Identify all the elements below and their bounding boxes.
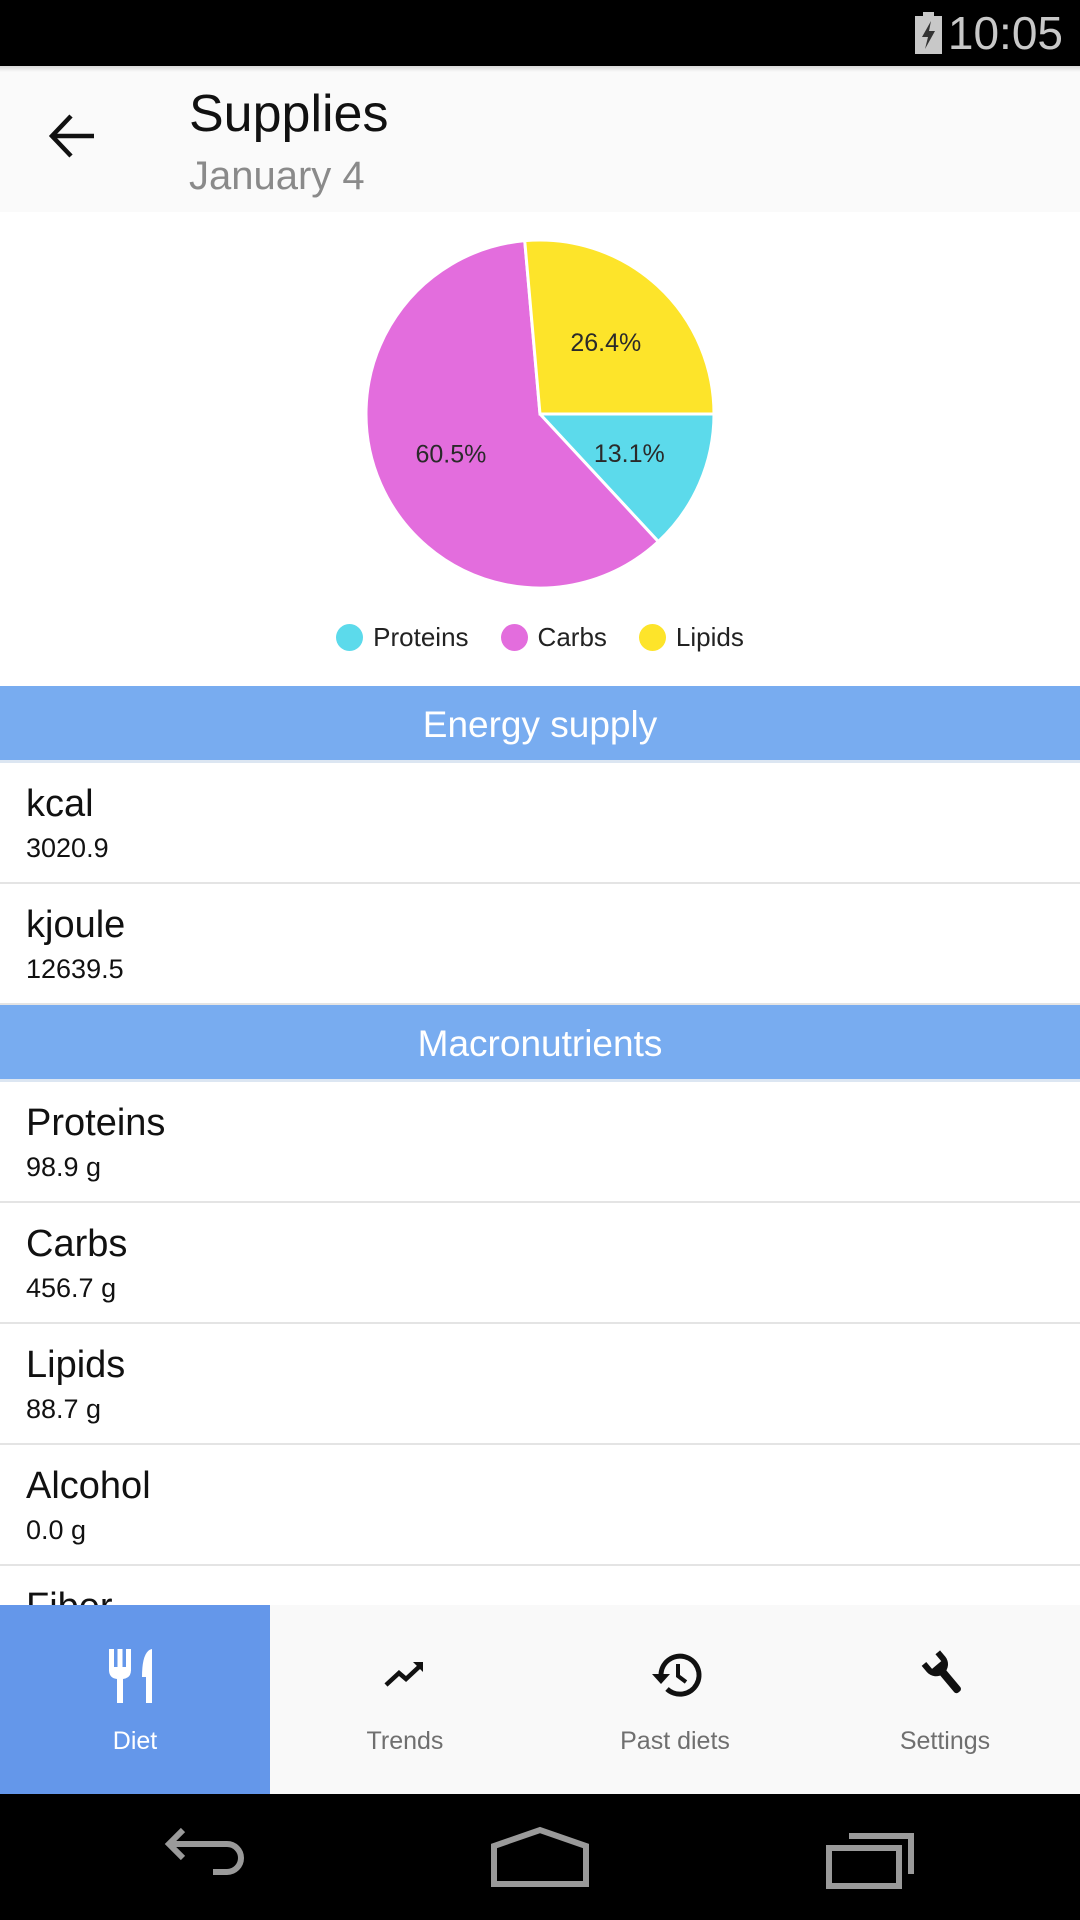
list-item-proteins[interactable]: Proteins 98.9 g bbox=[0, 1082, 1080, 1204]
nav-item-trends[interactable]: Trends bbox=[270, 1605, 540, 1794]
item-value: 3020.9 bbox=[26, 833, 109, 863]
legend-item-proteins[interactable]: Proteins bbox=[336, 621, 469, 653]
legend-label: Proteins bbox=[373, 621, 469, 652]
system-navigation-bar bbox=[0, 1794, 1080, 1920]
list-item-kjoule[interactable]: kjoule 12639.5 bbox=[0, 884, 1080, 1006]
legend-label: Lipids bbox=[675, 621, 744, 652]
item-label: Lipids bbox=[26, 1344, 126, 1386]
legend-swatch bbox=[336, 623, 364, 651]
pie-label-carbs: 60.5% bbox=[415, 441, 486, 469]
legend-swatch bbox=[638, 623, 666, 651]
legend-item-lipids[interactable]: Lipids bbox=[638, 621, 744, 653]
section-header: Macronutrients bbox=[0, 1005, 1080, 1082]
restaurant-icon bbox=[109, 1649, 152, 1703]
legend-swatch bbox=[500, 623, 528, 651]
system-home-icon bbox=[491, 1826, 589, 1887]
status-bar: 10:05 bbox=[0, 0, 1080, 66]
back-button[interactable] bbox=[40, 108, 106, 164]
system-back-icon bbox=[164, 1827, 244, 1875]
item-label: kcal bbox=[26, 783, 94, 825]
battery-charging-icon bbox=[915, 12, 942, 54]
pie-chart-svg: 13.1% 60.5% 26.4% bbox=[364, 238, 716, 590]
list-item-lipids[interactable]: Lipids 88.7 g bbox=[0, 1324, 1080, 1446]
list-item-carbs[interactable]: Carbs 456.7 g bbox=[0, 1203, 1080, 1325]
nav-item-settings[interactable]: Settings bbox=[810, 1605, 1080, 1794]
pie-slice-lipids[interactable] bbox=[523, 238, 716, 416]
item-value: 12639.5 bbox=[26, 954, 124, 984]
item-label: Proteins bbox=[26, 1102, 166, 1144]
chart-legend: Proteins Carbs Lipids bbox=[0, 612, 1080, 662]
nav-label-diet: Diet bbox=[112, 1727, 158, 1755]
app-screen: 10:05 Supplies January 4 13.1% 60.5% 26.4%… bbox=[0, 0, 1080, 1920]
nav-label-trends: Trends bbox=[366, 1727, 444, 1755]
system-home-button[interactable] bbox=[485, 1824, 595, 1890]
item-label: Alcohol bbox=[26, 1465, 151, 1507]
wrench-icon bbox=[921, 1650, 961, 1694]
status-clock: 10:05 bbox=[947, 7, 1063, 59]
item-value: 456.7 g bbox=[26, 1273, 117, 1303]
item-value: 98.9 g bbox=[26, 1152, 102, 1182]
pie-label-lipids: 26.4% bbox=[570, 329, 641, 357]
item-label: Carbs bbox=[26, 1223, 128, 1265]
pie-label-proteins: 13.1% bbox=[594, 440, 665, 468]
history-icon bbox=[652, 1653, 702, 1697]
system-recents-icon bbox=[826, 1833, 914, 1889]
legend-label: Carbs bbox=[537, 621, 607, 652]
item-label: Fiber bbox=[26, 1586, 113, 1605]
item-value: 0.0 g bbox=[26, 1515, 87, 1545]
macro-pie-chart: 13.1% 60.5% 26.4% Proteins Carbs Lipids bbox=[0, 212, 1080, 686]
list-item-fiber[interactable]: Fiber bbox=[0, 1566, 1080, 1605]
list-item-alcohol[interactable]: Alcohol 0.0 g bbox=[0, 1445, 1080, 1567]
arrow-back-icon bbox=[48, 114, 94, 158]
item-value: 88.7 g bbox=[26, 1394, 102, 1424]
page-title: Supplies bbox=[189, 85, 389, 143]
page-subtitle-date: January 4 bbox=[189, 154, 365, 198]
system-recents-button[interactable] bbox=[815, 1824, 925, 1890]
section-header: Energy supply bbox=[0, 686, 1080, 763]
system-back-button[interactable] bbox=[155, 1824, 265, 1890]
toolbar: Supplies January 4 bbox=[0, 66, 1080, 212]
content-scroll[interactable]: 13.1% 60.5% 26.4% Proteins Carbs Lipids Ener… bbox=[0, 212, 1080, 1605]
legend-item-carbs[interactable]: Carbs bbox=[500, 621, 607, 653]
trending-up-icon bbox=[384, 1662, 423, 1687]
nav-label-past-diets: Past diets bbox=[620, 1727, 730, 1755]
nav-item-diet[interactable]: Diet bbox=[0, 1605, 270, 1794]
list-item-kcal[interactable]: kcal 3020.9 bbox=[0, 763, 1080, 885]
bottom-navigation: Diet Trends Past diets Settings bbox=[0, 1605, 1080, 1794]
nav-item-past-diets[interactable]: Past diets bbox=[540, 1605, 810, 1794]
nav-label-settings: Settings bbox=[899, 1727, 991, 1755]
item-label: kjoule bbox=[26, 904, 126, 946]
